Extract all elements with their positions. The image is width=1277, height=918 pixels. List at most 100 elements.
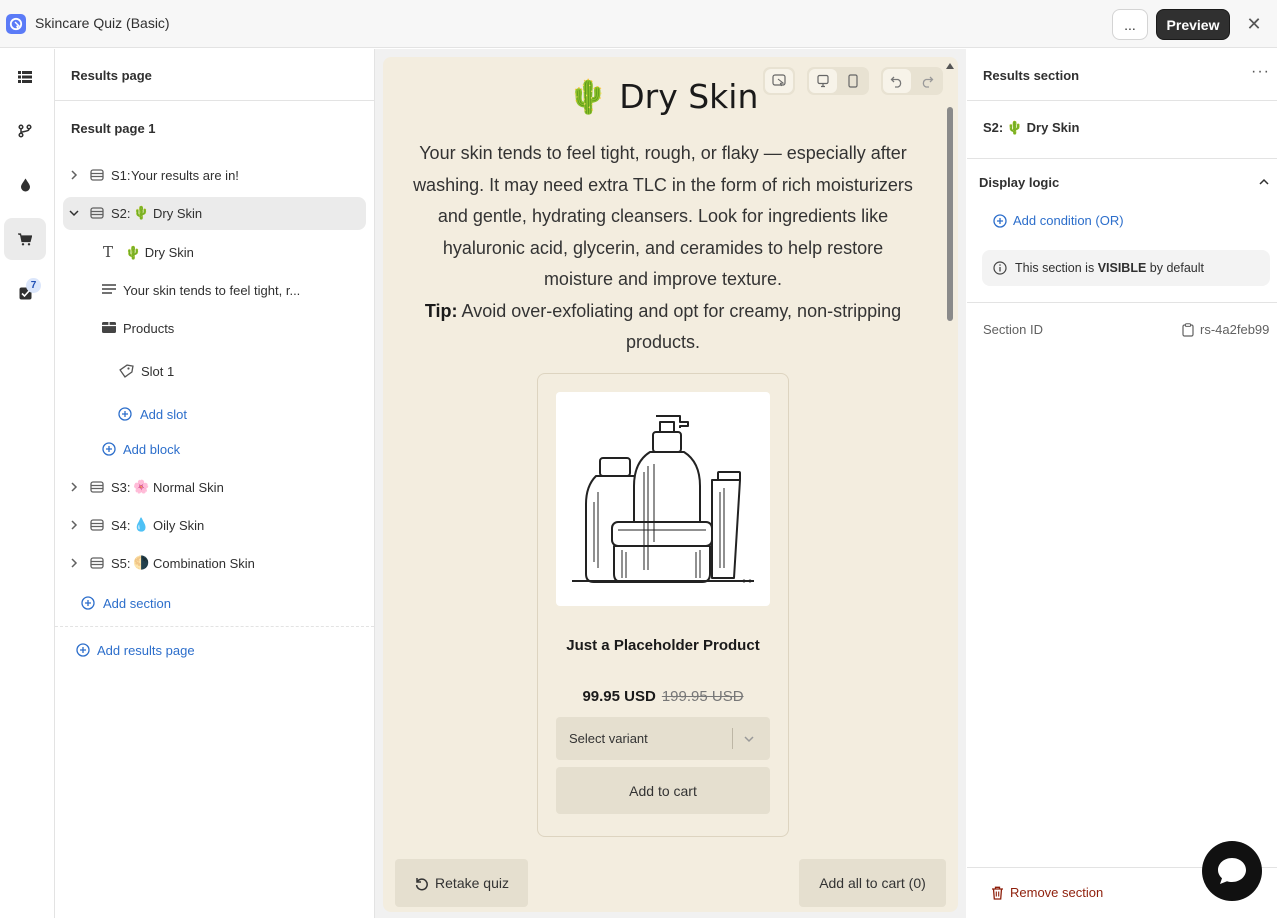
chevron-right-icon[interactable] bbox=[67, 168, 81, 182]
divider bbox=[55, 626, 374, 627]
box-icon bbox=[102, 322, 116, 333]
preview-canvas: 🌵 Dry Skin Your skin tends to feel tight… bbox=[383, 57, 958, 912]
display-logic-heading[interactable]: Display logic bbox=[979, 175, 1059, 190]
icon-rail: 7 bbox=[0, 49, 55, 918]
undo-icon bbox=[890, 76, 902, 88]
section-row-s4[interactable]: S4: 💧 Oily Skin bbox=[63, 509, 366, 542]
section-row-s1[interactable]: S1: Your results are in! bbox=[63, 159, 366, 192]
variant-select[interactable]: Select variant bbox=[556, 717, 770, 760]
section-id-copy[interactable]: rs-4a2feb99 bbox=[1182, 322, 1269, 337]
section-id-value: rs-4a2feb99 bbox=[1200, 322, 1270, 337]
more-options-icon[interactable]: ··· bbox=[1251, 63, 1270, 81]
section-row-s2[interactable]: S2: 🌵 Dry Skin bbox=[63, 197, 366, 230]
tip-text: Avoid over-exfoliating and opt for cream… bbox=[461, 300, 902, 353]
section-icon bbox=[90, 207, 104, 219]
results-tree-panel: Results page Result page 1 S1: Your resu… bbox=[55, 49, 375, 918]
product-name[interactable]: Just a Placeholder Product bbox=[538, 637, 788, 654]
history-toolbar bbox=[881, 67, 943, 95]
panel-header: Results page bbox=[55, 49, 374, 101]
chevron-down-icon[interactable] bbox=[67, 206, 81, 220]
top-bar: Skincare Quiz (Basic) ... Preview ✕ bbox=[0, 0, 1277, 48]
section-emoji: 🌵 bbox=[1006, 120, 1024, 135]
undo-button[interactable] bbox=[883, 69, 911, 93]
inspect-toolbar bbox=[763, 67, 795, 95]
scrollbar-thumb[interactable] bbox=[947, 107, 953, 321]
section-label: Combination Skin bbox=[153, 556, 255, 571]
rail-tasks-button[interactable] bbox=[4, 272, 46, 314]
divider bbox=[967, 158, 1277, 159]
chevron-right-icon[interactable] bbox=[67, 480, 81, 494]
add-block-button[interactable]: Add block bbox=[63, 433, 366, 466]
section-row-s5[interactable]: S5: 🌗 Combination Skin bbox=[63, 547, 366, 580]
add-section-button[interactable]: Add section bbox=[63, 587, 366, 620]
section-code: S4: bbox=[111, 518, 131, 533]
section-row-s3[interactable]: S3: 🌸 Normal Skin bbox=[63, 471, 366, 504]
section-label: Your results are in! bbox=[131, 168, 239, 183]
chat-bubble-icon bbox=[1218, 858, 1246, 884]
block-products-row[interactable]: Products bbox=[63, 312, 366, 345]
result-page-title[interactable]: Result page 1 bbox=[71, 121, 156, 136]
branch-icon bbox=[18, 124, 32, 138]
preview-button[interactable]: Preview bbox=[1156, 9, 1230, 40]
section-label: Dry Skin bbox=[153, 206, 203, 221]
section-code: S1: bbox=[111, 168, 131, 183]
add-all-to-cart-button[interactable]: Add all to cart (0) bbox=[799, 859, 946, 907]
plus-circle-icon bbox=[118, 407, 132, 421]
add-section-label: Add section bbox=[103, 596, 171, 611]
chevron-right-icon[interactable] bbox=[67, 556, 81, 570]
rail-logic-button[interactable] bbox=[4, 110, 46, 152]
divider bbox=[967, 302, 1277, 303]
block-label: 🌵 Dry Skin bbox=[125, 245, 194, 260]
redo-button[interactable] bbox=[913, 69, 941, 93]
visibility-text: This section is VISIBLE by default bbox=[1015, 261, 1205, 275]
result-description: Your skin tends to feel tight, rough, or… bbox=[408, 138, 918, 359]
plus-circle-icon bbox=[102, 442, 116, 456]
text-type-icon: T bbox=[103, 243, 114, 261]
block-label: Your skin tends to feel tight, r... bbox=[123, 283, 301, 298]
plus-circle-icon bbox=[76, 643, 90, 657]
clipboard-icon bbox=[1182, 322, 1194, 337]
cart-icon bbox=[18, 232, 32, 245]
add-results-page-button[interactable]: Add results page bbox=[63, 634, 366, 667]
info-icon bbox=[993, 261, 1007, 275]
selected-section-name: S2: 🌵 Dry Skin bbox=[983, 120, 1079, 136]
chevron-up-icon[interactable] bbox=[1257, 175, 1271, 189]
block-text-row[interactable]: Your skin tends to feel tight, r... bbox=[63, 274, 366, 307]
section-icon bbox=[90, 169, 104, 181]
mobile-icon bbox=[848, 74, 858, 88]
remove-section-button[interactable]: Remove section bbox=[991, 885, 1103, 900]
retake-quiz-button[interactable]: Retake quiz bbox=[395, 859, 528, 907]
section-code: S3: bbox=[111, 480, 131, 495]
rail-theme-button[interactable] bbox=[4, 164, 46, 206]
chat-launcher-button[interactable] bbox=[1202, 841, 1262, 901]
restart-icon bbox=[415, 877, 428, 890]
add-block-label: Add block bbox=[123, 442, 181, 457]
more-actions-button[interactable]: ... bbox=[1112, 9, 1148, 40]
chevron-right-icon[interactable] bbox=[67, 518, 81, 532]
panel-title: Results page bbox=[71, 68, 152, 83]
settings-panel: Results section ··· S2: 🌵 Dry Skin Displ… bbox=[967, 49, 1277, 918]
product-image[interactable] bbox=[556, 392, 770, 606]
tag-icon bbox=[119, 364, 134, 378]
device-toolbar bbox=[807, 67, 869, 95]
block-label: Products bbox=[123, 321, 175, 336]
slot-row[interactable]: Slot 1 bbox=[63, 355, 366, 388]
sale-price: 99.95 USD bbox=[582, 688, 656, 705]
desktop-view-button[interactable] bbox=[809, 69, 837, 93]
add-to-cart-button[interactable]: Add to cart bbox=[556, 767, 770, 814]
preview-scrollbar[interactable] bbox=[946, 63, 954, 903]
mobile-view-button[interactable] bbox=[839, 69, 867, 93]
paragraph-icon bbox=[102, 284, 116, 294]
close-icon[interactable]: ✕ bbox=[1245, 14, 1263, 34]
inspect-button[interactable] bbox=[765, 69, 793, 93]
rail-questions-button[interactable] bbox=[4, 56, 46, 98]
add-slot-button[interactable]: Add slot bbox=[63, 398, 366, 431]
add-condition-button[interactable]: Add condition (OR) bbox=[993, 213, 1124, 228]
rail-results-button[interactable] bbox=[4, 218, 46, 260]
block-heading-row[interactable]: T 🌵 Dry Skin bbox=[63, 236, 366, 269]
section-id-label: Section ID bbox=[983, 322, 1043, 337]
scroll-up-arrow-icon[interactable] bbox=[946, 63, 954, 69]
app-logo-icon bbox=[6, 14, 26, 34]
chevron-down-icon bbox=[744, 736, 754, 743]
tasks-count-badge: 7 bbox=[26, 278, 41, 293]
